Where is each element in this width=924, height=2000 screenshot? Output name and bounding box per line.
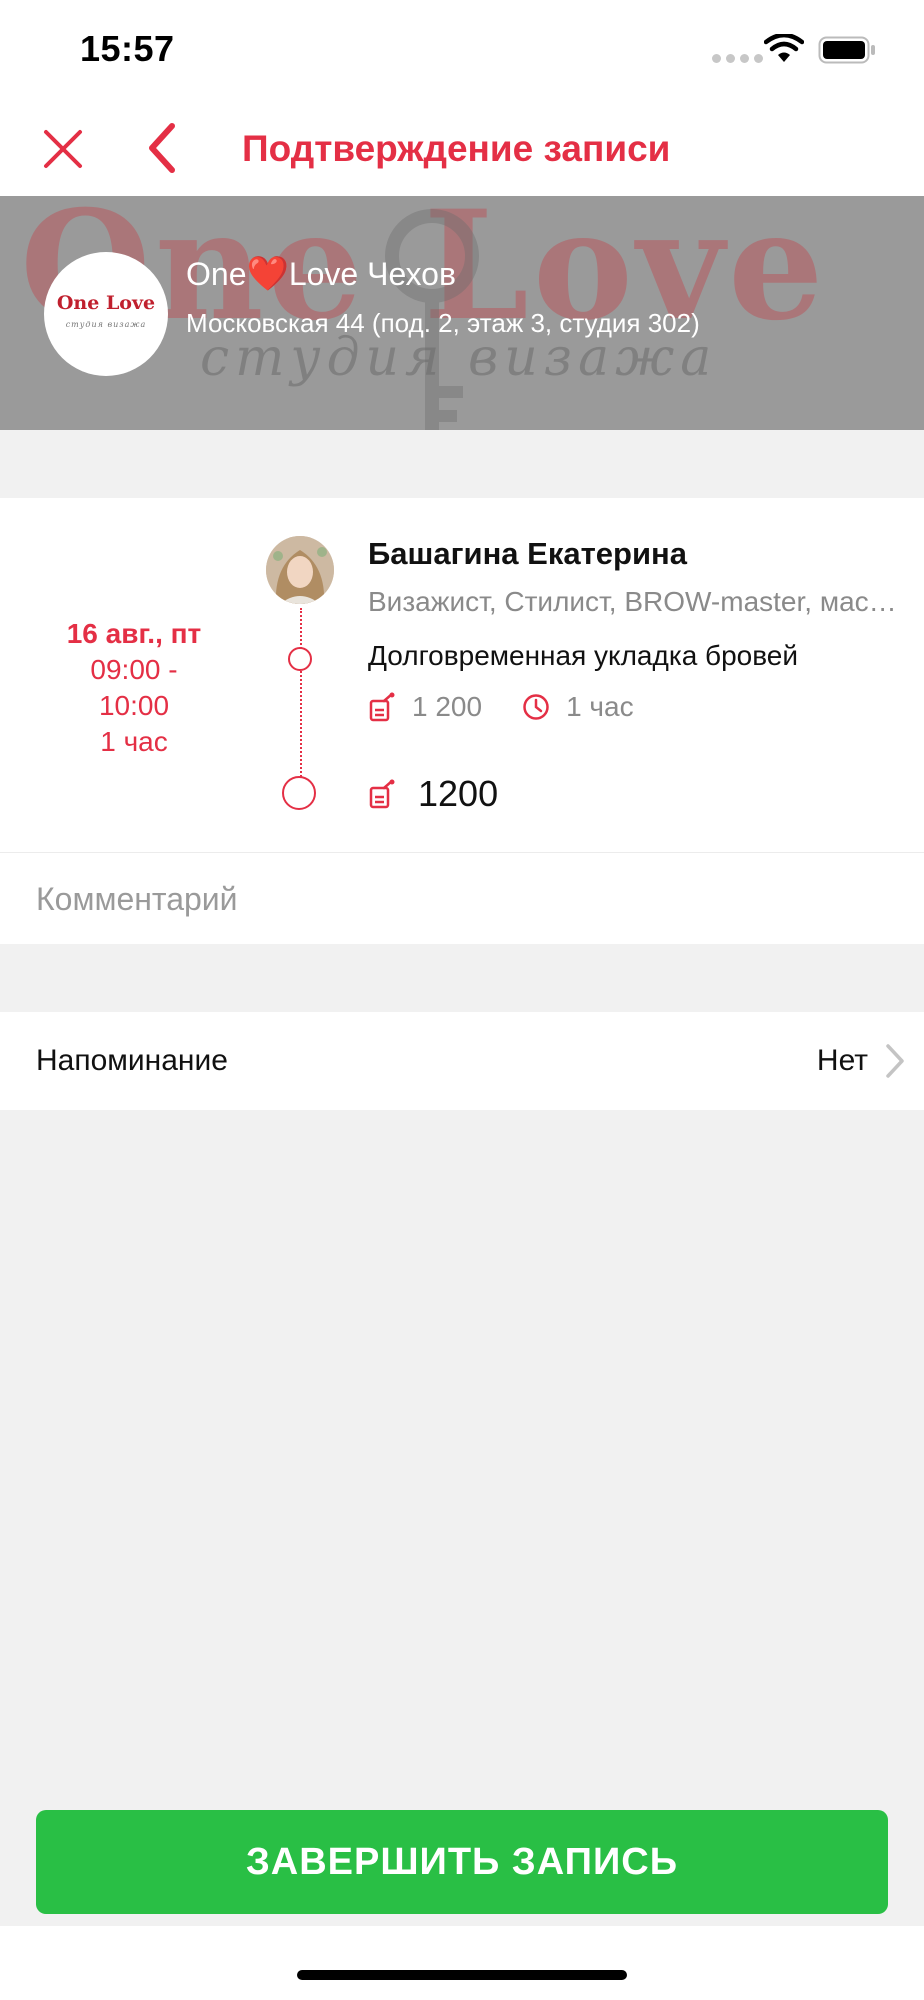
- appointment-time-end: 10:00: [98, 690, 170, 721]
- status-time: 15:57: [80, 28, 175, 69]
- chevron-right-icon: [886, 1044, 904, 1078]
- comment-row: [0, 852, 924, 945]
- avatar-image: [266, 536, 334, 604]
- battery-icon: [818, 36, 875, 64]
- service-price: 1 200: [412, 691, 483, 722]
- total-price: 1200: [418, 773, 499, 814]
- comment-input[interactable]: [36, 853, 896, 945]
- appointment-card: 16 авг., пт 09:00 - 10:00 1 час Башагина…: [0, 498, 924, 852]
- cellular-signal-icon: [712, 54, 763, 63]
- service-meta: 1 200 1 час: [368, 690, 634, 724]
- reminder-row[interactable]: Напоминание Нет: [0, 1012, 924, 1110]
- appointment-datetime: 16 авг., пт 09:00 - 10:00 1 час: [30, 616, 238, 760]
- salon-name: One❤️Love Чехов: [186, 255, 456, 293]
- salon-banner: One Love студия визажа One Love студия в…: [0, 196, 924, 430]
- bottom-safe-area: [0, 1926, 924, 2000]
- salon-logo-subtitle: студия визажа: [65, 320, 147, 329]
- finish-booking-button[interactable]: ЗАВЕРШИТЬ ЗАПИСЬ: [36, 1810, 888, 1914]
- timeline-total-dot: [282, 776, 316, 810]
- close-icon[interactable]: [38, 124, 88, 174]
- price-tag-icon: [369, 692, 395, 722]
- appointment-duration: 1 час: [100, 726, 168, 757]
- reminder-value: Нет: [816, 1044, 868, 1077]
- salon-logo-text: One Love: [56, 292, 156, 314]
- reminder-label: Напоминание: [36, 1044, 228, 1077]
- navigation-bar: Подтверждение записи: [0, 100, 924, 196]
- home-indicator[interactable]: [297, 1970, 627, 1980]
- service-name: Долговременная укладка бровей: [368, 640, 799, 671]
- heart-icon: ❤️: [246, 255, 289, 293]
- service-duration: 1 час: [566, 691, 634, 722]
- master-roles: Визажист, Стилист, BROW-master, мастер п…: [368, 586, 908, 617]
- appointment-time-start: 09:00 -: [90, 654, 178, 685]
- page-title: Подтверждение записи: [242, 128, 671, 169]
- salon-address: Московская 44 (под. 2, этаж 3, студия 30…: [186, 308, 700, 338]
- price-tag-icon: [369, 779, 395, 809]
- clock-icon: [523, 694, 549, 720]
- master-name: Башагина Екатерина: [368, 536, 687, 571]
- salon-logo: One Love студия визажа: [44, 252, 168, 376]
- master-avatar[interactable]: [266, 536, 334, 604]
- status-bar: 15:57: [0, 0, 924, 100]
- appointment-date: 16 авг., пт: [66, 618, 202, 649]
- timeline-line: [300, 608, 302, 804]
- wifi-icon: [764, 34, 804, 62]
- timeline-service-dot: [288, 647, 312, 671]
- back-chevron-icon[interactable]: [140, 118, 186, 178]
- total-row: 1200: [368, 772, 498, 816]
